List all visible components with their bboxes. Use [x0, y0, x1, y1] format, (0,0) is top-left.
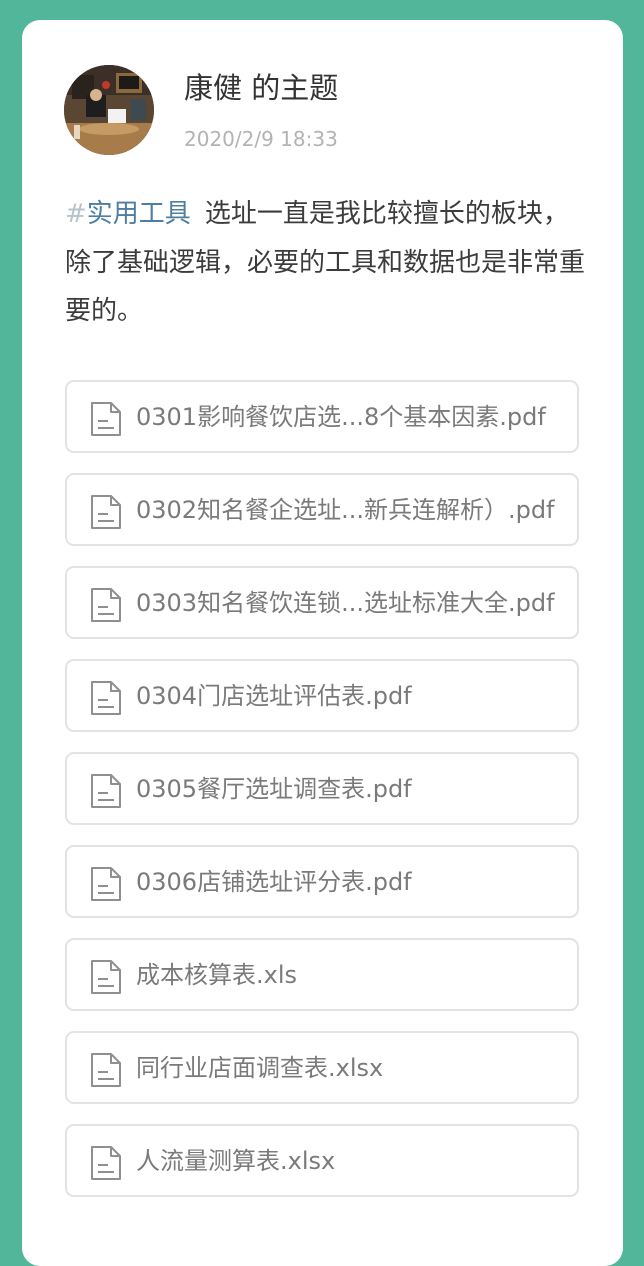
document-icon [91, 495, 121, 529]
attachment-item[interactable]: 0302知名餐企选址...新兵连解析）.pdf [65, 473, 579, 546]
author-name[interactable]: 康健 的主题 [184, 70, 338, 106]
post-card: 康健 的主题 2020/2/9 18:33 #实用工具 选址一直是我比较擅长的板块… [22, 20, 623, 1266]
attachment-item[interactable]: 0301影响餐饮店选...8个基本因素.pdf [65, 380, 579, 453]
document-icon [91, 1053, 121, 1087]
attachment-item[interactable]: 人流量测算表.xlsx [65, 1124, 579, 1197]
attachment-name: 成本核算表.xls [136, 961, 298, 989]
attachment-item[interactable]: 0306店铺选址评分表.pdf [65, 845, 579, 918]
document-icon [91, 960, 121, 994]
attachment-item[interactable]: 0304门店选址评估表.pdf [65, 659, 579, 732]
attachment-list: 0301影响餐饮店选...8个基本因素.pdf 0302知名餐企选址...新兵连… [65, 380, 579, 1217]
attachment-name: 0303知名餐饮连锁...选址标准大全.pdf [136, 589, 555, 617]
attachment-item[interactable]: 成本核算表.xls [65, 938, 579, 1011]
attachment-name: 0305餐厅选址调查表.pdf [136, 775, 412, 803]
hashtag-symbol: # [65, 199, 87, 229]
document-icon [91, 1146, 121, 1180]
document-icon [91, 588, 121, 622]
attachment-item[interactable]: 同行业店面调查表.xlsx [65, 1031, 579, 1104]
avatar-photo-icon [64, 65, 154, 155]
document-icon [91, 402, 121, 436]
document-icon [91, 867, 121, 901]
attachment-item[interactable]: 0303知名餐饮连锁...选址标准大全.pdf [65, 566, 579, 639]
document-icon [91, 774, 121, 808]
attachment-name: 同行业店面调查表.xlsx [136, 1054, 384, 1082]
topic-tag-link[interactable]: 实用工具 [87, 199, 191, 229]
post-body: #实用工具 选址一直是我比较擅长的板块，除了基础逻辑，必要的工具和数据也是非常重要… [65, 190, 585, 336]
document-icon [91, 681, 121, 715]
post-timestamp: 2020/2/9 18:33 [184, 127, 338, 151]
attachment-name: 人流量测算表.xlsx [136, 1147, 336, 1175]
attachment-name: 0304门店选址评估表.pdf [136, 682, 412, 710]
attachment-name: 0306店铺选址评分表.pdf [136, 868, 412, 896]
avatar[interactable] [64, 65, 154, 155]
attachment-name: 0302知名餐企选址...新兵连解析）.pdf [136, 496, 555, 524]
attachment-item[interactable]: 0305餐厅选址调查表.pdf [65, 752, 579, 825]
attachment-name: 0301影响餐饮店选...8个基本因素.pdf [136, 403, 546, 431]
